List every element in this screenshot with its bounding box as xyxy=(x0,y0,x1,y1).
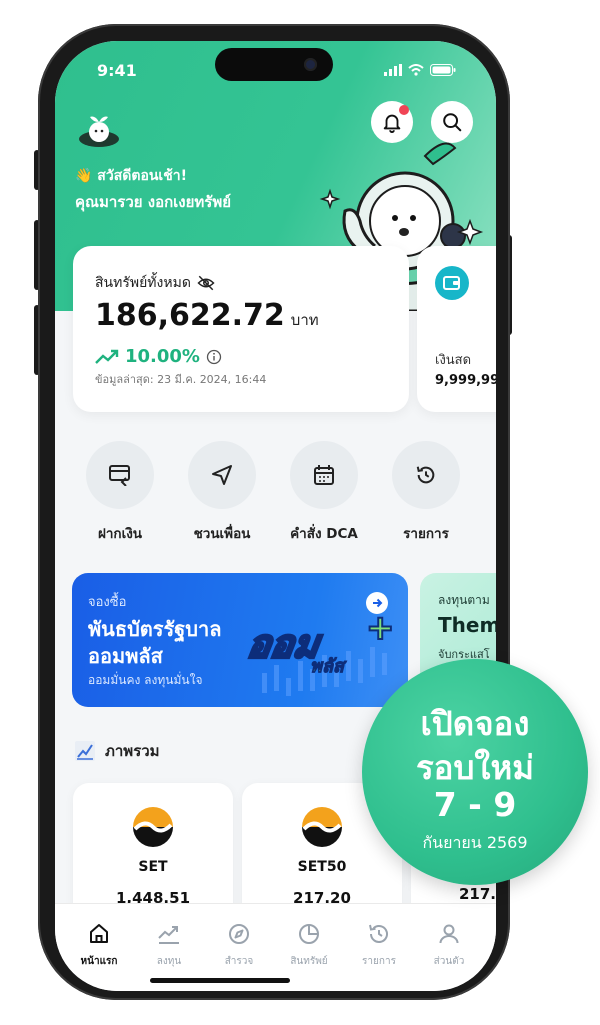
total-assets-card[interactable]: สินทรัพย์ทั้งหมด 186,622.72 บาท 10.00% ข… xyxy=(73,246,409,412)
send-icon xyxy=(188,441,256,509)
set50-logo-icon xyxy=(302,807,342,847)
promo-badge: เปิดจอง รอบใหม่ 7 - 9 กันยายน 2569 xyxy=(362,659,588,885)
history-icon xyxy=(369,924,388,943)
status-icons xyxy=(384,64,456,76)
quick-action-invite[interactable]: ชวนเพื่อน xyxy=(172,441,272,544)
banner-subtitle: ออมมั่นคง ลงทุนมั่นใจ xyxy=(88,673,203,687)
quick-action-dca[interactable]: คำสั่ง DCA xyxy=(274,441,374,544)
history-icon xyxy=(392,441,460,509)
set-logo-icon xyxy=(133,807,173,847)
promo-banner-omplus[interactable]: จองซื้อ พันธบัตรรัฐบาล ออมพลัส ออมมั่นคง… xyxy=(72,573,408,707)
compass-icon xyxy=(229,924,249,944)
eye-off-icon[interactable] xyxy=(197,275,215,291)
omplus-logo-sub: พลัส xyxy=(310,656,345,678)
index-name: SET xyxy=(138,859,168,875)
user-name: คุณมารวย งอกเงยทรัพย์ xyxy=(75,193,232,211)
wifi-icon xyxy=(408,64,424,76)
badge-line4: กันยายน 2569 xyxy=(422,833,528,852)
info-icon[interactable] xyxy=(206,349,222,365)
assets-updated-time: ข้อมูลล่าสุด: 23 มี.ค. 2024, 16:44 xyxy=(95,373,267,386)
deposit-icon xyxy=(86,441,154,509)
pie-icon xyxy=(299,924,319,944)
signal-icon xyxy=(384,64,402,76)
chart-line-icon xyxy=(75,741,95,761)
banner-tag: จองซื้อ xyxy=(88,595,127,610)
quick-action-label: ชวนเพื่อน xyxy=(193,526,251,542)
dynamic-island xyxy=(215,48,333,81)
calendar-icon xyxy=(290,441,358,509)
total-assets-label: สินทรัพย์ทั้งหมด xyxy=(95,275,191,291)
nav-explore[interactable]: สำรวจ xyxy=(209,922,269,969)
nav-invest[interactable]: ลงทุน xyxy=(139,922,199,969)
quick-action-label: คำสั่ง DCA xyxy=(290,526,358,542)
nav-label: ลงทุน xyxy=(156,956,182,967)
nav-label: รายการ xyxy=(362,956,396,967)
quick-action-deposit[interactable]: ฝากเงิน xyxy=(70,441,170,544)
quick-action-history[interactable]: รายการ xyxy=(376,441,476,544)
overview-title: ภาพรวม xyxy=(105,742,160,760)
nav-assets[interactable]: สินทรัพย์ xyxy=(279,922,339,969)
nav-label: หน้าแรก xyxy=(80,956,118,967)
chart-icon xyxy=(158,926,179,944)
nav-profile[interactable]: ส่วนตัว xyxy=(419,922,479,969)
currency-unit: บาท xyxy=(290,311,319,329)
quick-action-label: ฝากเงิน xyxy=(97,526,143,542)
total-assets-amount: 186,622.72 xyxy=(95,298,285,333)
battery-icon xyxy=(430,64,456,76)
banner-title-line2: ออมพลัส xyxy=(88,644,163,668)
overview-section-header: ภาพรวม xyxy=(75,739,160,763)
nav-label: สินทรัพย์ xyxy=(290,956,328,967)
wallet-icon xyxy=(435,266,469,300)
thematic-tag: ลงทุนตาม xyxy=(438,593,490,607)
badge-line3: 7 - 9 xyxy=(433,785,517,824)
cash-card[interactable]: เงินสด 9,999,99 xyxy=(417,246,496,412)
arrow-right-icon[interactable] xyxy=(366,592,388,614)
index-value: 217. xyxy=(459,885,496,903)
omplus-logo: ออม พลัส + xyxy=(243,608,398,678)
index-name: SET50 xyxy=(297,859,347,875)
nav-label: ส่วนตัว xyxy=(433,956,465,967)
quick-action-label: รายการ xyxy=(403,526,449,542)
brand-logo-icon xyxy=(79,116,119,147)
status-time: 9:41 xyxy=(97,61,137,80)
plus-icon: + xyxy=(365,608,395,648)
home-indicator xyxy=(150,978,290,983)
thematic-title: Thema xyxy=(438,613,496,637)
trending-up-icon xyxy=(95,349,119,364)
nav-transactions[interactable]: รายการ xyxy=(349,922,409,969)
cash-label: เงินสด xyxy=(435,353,472,368)
cash-amount: 9,999,99 xyxy=(435,373,496,388)
nav-home[interactable]: หน้าแรก xyxy=(69,922,129,969)
home-icon xyxy=(90,924,108,943)
assets-change-percent: 10.00% xyxy=(125,346,200,367)
index-card-set[interactable]: SET 1,448.51 xyxy=(73,783,233,923)
profile-icon xyxy=(439,924,459,944)
nav-label: สำรวจ xyxy=(224,956,254,967)
notification-dot xyxy=(399,105,409,115)
camera-icon xyxy=(304,58,317,71)
app-mockup: 9:41 👋 สวัสดีตอนเช้า! คุณมารวย งอกเงยทรั… xyxy=(0,0,600,1025)
greeting-text: 👋 สวัสดีตอนเช้า! xyxy=(75,168,187,184)
